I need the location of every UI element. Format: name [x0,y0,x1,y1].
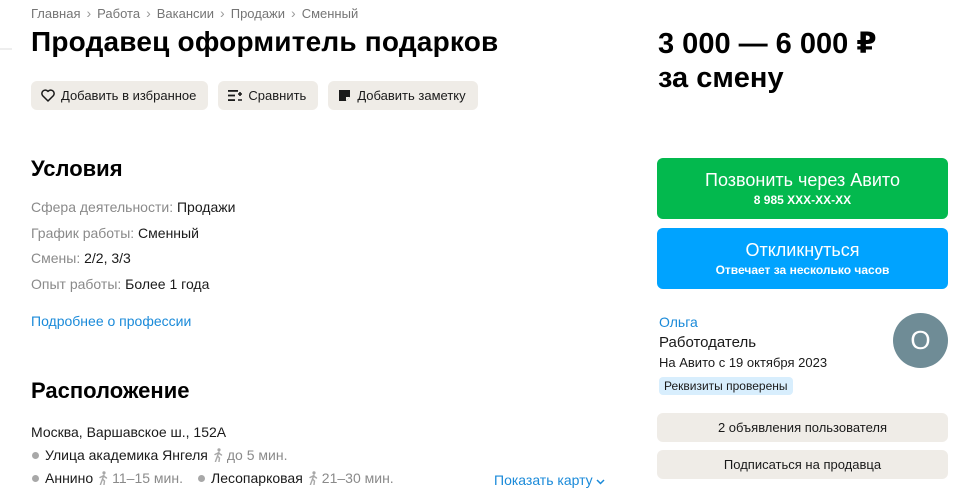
condition-key: Смены: [31,250,81,267]
condition-value: Продажи [176,199,236,215]
add-to-favorites-label: Добавить в избранное [61,88,197,103]
seller-listings-button[interactable]: 2 объявления пользователя [657,413,948,442]
compare-label: Сравнить [248,88,307,103]
metro-list: Аннино 11–15 мин. Лесопарковая 21–30 мин… [31,470,408,486]
add-note-label: Добавить заметку [357,88,466,103]
condition-row: Сфера деятельности: Продажи [31,197,235,223]
metro-walk-time: 21–30 мин. [321,470,394,486]
condition-row: График работы: Сменный [31,223,235,249]
response-time: Отвечает за несколько часов [715,263,890,277]
condition-row: Опыт работы: Более 1 года [31,274,235,300]
compare-button[interactable]: Сравнить [218,81,319,110]
respond-button[interactable]: Откликнуться Отвечает за несколько часов [657,228,948,289]
breadcrumb-work[interactable]: Работа [97,6,140,21]
breadcrumb-home[interactable]: Главная [31,6,80,21]
location-heading: Расположение [31,378,190,403]
salary: 3 000 — 6 000 ₽ за смену [658,27,877,95]
metro-walk-time: 11–15 мин. [112,470,183,486]
heart-icon [41,89,55,102]
metro-station: Улица академика Янгеля до 5 мин. [31,447,287,463]
breadcrumb-separator: › [146,5,151,21]
avatar[interactable]: О [893,313,948,368]
metro-line-dot [198,474,205,482]
metro-list: Улица академика Янгеля до 5 мин. [31,447,301,463]
seller-name-link[interactable]: Ольга [659,314,698,330]
conditions-list: Сфера деятельности: Продажи График работ… [31,197,235,300]
call-button-label: Позвонить через Авито [705,170,900,190]
action-bar: Добавить в избранное Сравнить Добавить з… [31,81,478,110]
condition-row: Смены: 2/2, 3/3 [31,248,235,274]
add-to-favorites-button[interactable]: Добавить в избранное [31,81,209,110]
metro-station-name: Аннино [45,470,94,486]
condition-key: Сфера деятельности: [31,199,174,215]
metro-station-name: Улица академика Янгеля [45,447,208,463]
page-title: Продавец оформитель подарков [31,26,499,57]
breadcrumb-separator: › [220,5,225,21]
verified-badge: Реквизиты проверены [659,377,793,395]
divider [0,48,12,50]
profession-details-link[interactable]: Подробнее о профессии [31,313,191,329]
add-note-button[interactable]: Добавить заметку [328,81,478,110]
metro-walk-time: до 5 мин. [226,447,288,463]
breadcrumb-separator: › [86,5,92,21]
show-map-link[interactable]: Показать карту [494,472,605,488]
breadcrumb-separator: › [291,5,296,21]
subscribe-seller-button[interactable]: Подписаться на продавца [657,450,948,479]
metro-line-dot [32,474,39,482]
condition-key: Опыт работы: [31,276,122,293]
breadcrumb-sales[interactable]: Продажи [231,6,285,21]
walking-icon [213,448,224,462]
metro-station: Лесопарковая 21–30 мин. [197,470,394,486]
condition-value: 2/2, 3/3 [84,250,131,267]
condition-value: Более 1 года [125,276,210,293]
seller-role: Работодатель [659,334,757,351]
condition-value: Сменный [138,224,199,241]
salary-amount: 3 000 — 6 000 ₽ [658,28,877,60]
phone-number: 8 985 XXX-XX-XX [753,193,852,207]
condition-key: График работы: [31,224,135,241]
breadcrumb-vacancies[interactable]: Вакансии [157,6,214,21]
show-map-label: Показать карту [494,472,593,488]
address: Москва, Варшавское ш., 152А [31,424,227,440]
metro-line-dot [32,451,39,459]
seller-since: На Авито с 19 октября 2023 [659,355,828,370]
compare-icon [228,89,243,102]
call-button[interactable]: Позвонить через Авито 8 985 XXX-XX-XX [657,158,948,219]
salary-period: за смену [658,62,784,94]
breadcrumb: Главная › Работа › Вакансии › Продажи › … [31,5,358,21]
metro-station-name: Лесопарковая [211,470,303,486]
note-icon [338,89,351,102]
chevron-down-icon [596,472,605,488]
breadcrumb-shift[interactable]: Сменный [302,6,359,21]
respond-button-label: Откликнуться [745,240,860,260]
metro-station: Аннино 11–15 мин. [31,470,183,486]
conditions-heading: Условия [31,156,123,181]
